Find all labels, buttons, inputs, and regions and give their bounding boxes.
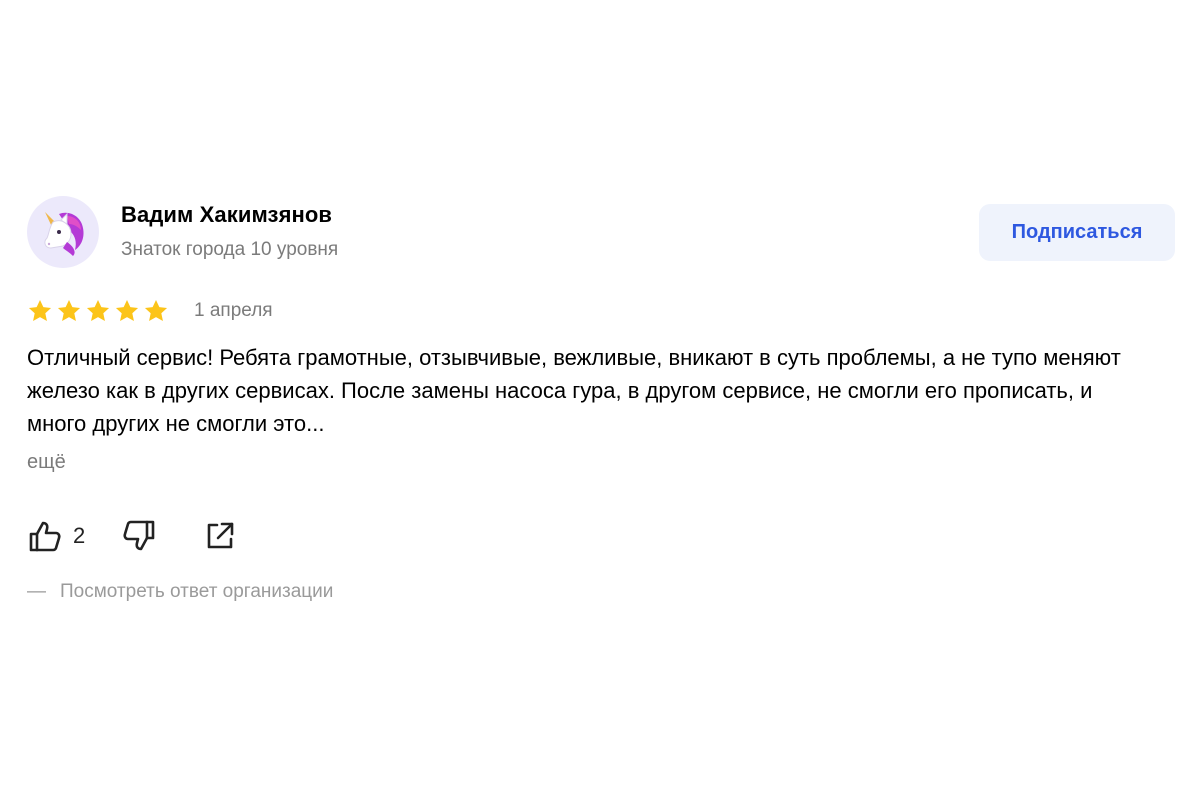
review-text: Отличный сервис! Ребята грамотные, отзыв… — [27, 345, 1121, 436]
review-actions: 2 — [27, 516, 237, 556]
share-icon[interactable] — [203, 519, 237, 553]
review-header: Вадим Хакимзянов Знаток города 10 уровня… — [27, 196, 1175, 270]
rating-row: 1 апреля — [27, 296, 273, 326]
org-answer-dash: — — [27, 581, 46, 602]
avatar[interactable] — [27, 196, 99, 268]
thumbs-down-icon[interactable] — [121, 518, 157, 554]
star-icon — [57, 299, 81, 321]
author-name[interactable]: Вадим Хакимзянов — [121, 202, 332, 228]
org-answer-label: Посмотреть ответ организации — [60, 581, 334, 602]
show-more-link[interactable]: ещё — [27, 451, 66, 474]
author-level: Знаток города 10 уровня — [121, 239, 339, 260]
subscribe-button[interactable]: Подписаться — [979, 204, 1175, 261]
star-icon — [144, 299, 168, 321]
review-card: Вадим Хакимзянов Знаток города 10 уровня… — [27, 196, 1175, 602]
thumbs-up-icon[interactable] — [27, 518, 63, 554]
star-rating — [27, 298, 169, 324]
star-icon — [28, 299, 52, 321]
review-date: 1 апреля — [194, 300, 273, 321]
like-count: 2 — [73, 523, 86, 548]
star-icon — [115, 299, 139, 321]
unicorn-icon — [44, 212, 84, 256]
org-answer-link[interactable]: — Посмотреть ответ организации — [27, 581, 333, 603]
star-icon — [86, 299, 110, 321]
